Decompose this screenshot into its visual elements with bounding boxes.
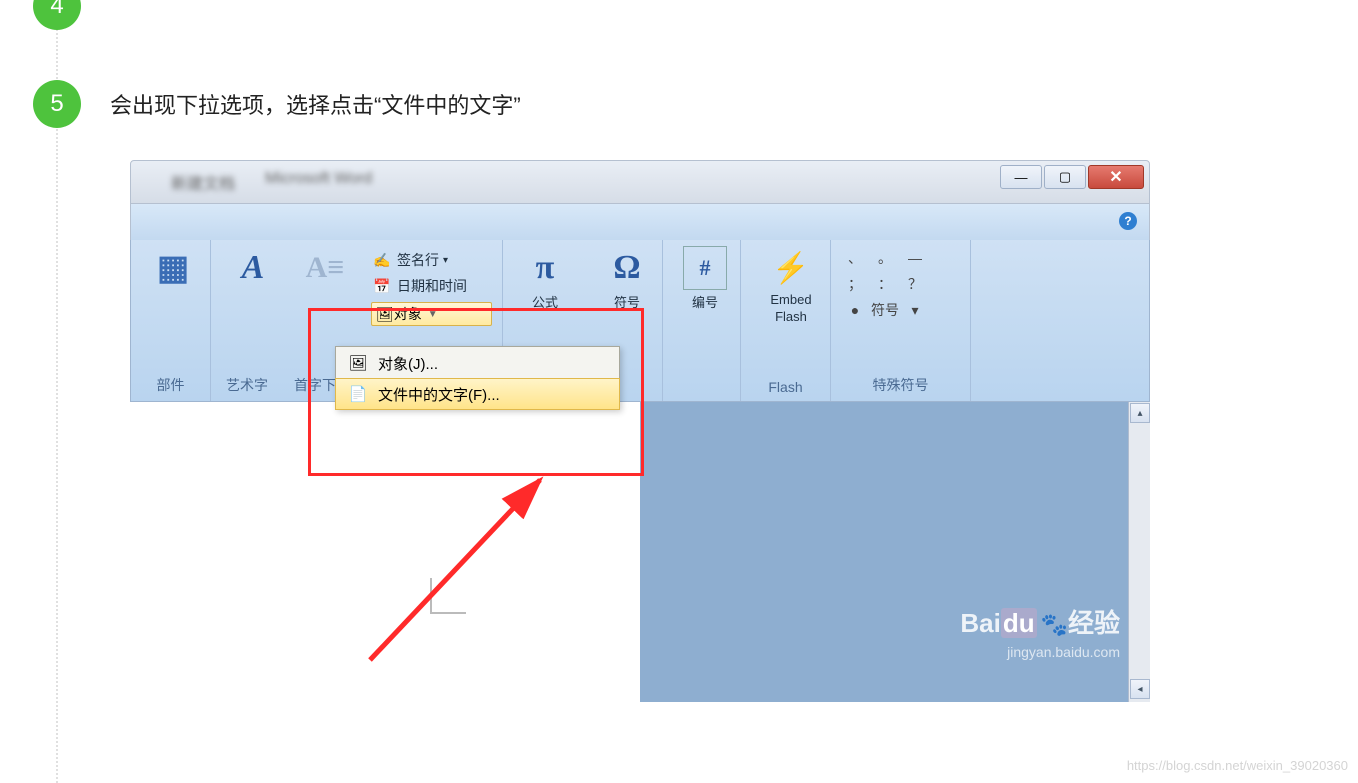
brand-prefix: Bai (960, 608, 1000, 638)
parts-button[interactable]: ▦ (143, 246, 203, 290)
omega-icon: Ω (605, 246, 649, 290)
menu-item-object-label: 对象(J)... (378, 353, 438, 374)
ribbon: ▦ 部件 A 艺术字 A≡ 首字下沉 ✍ 签名行 ▾ 📅 日期和时间 (130, 240, 1150, 402)
object-dropdown-button[interactable]: 🖼 对象 ▼ (371, 302, 492, 326)
number-icon: # (683, 246, 727, 290)
baidu-watermark: Baidu🐾经验 jingyan.baidu.com (960, 603, 1120, 660)
sym-btn-label: 符号 (871, 298, 899, 322)
equation-button[interactable]: π 公式 (515, 246, 575, 311)
help-icon[interactable]: ? (1119, 212, 1137, 230)
vertical-scrollbar[interactable]: ▴ ◂ (1128, 402, 1150, 702)
menu-item-object[interactable]: 🖼 对象(J)... (336, 347, 619, 379)
step-badge-5: 5 (33, 80, 81, 128)
scroll-up-button[interactable]: ▴ (1130, 403, 1150, 423)
titlebar-doc-name: 新建文档 (171, 170, 235, 194)
embed-flash-button[interactable]: ⚡ Embed Flash (753, 246, 829, 324)
signature-label: 签名行 (397, 250, 439, 270)
wordart-button[interactable]: A (223, 246, 283, 290)
symbol-button[interactable]: Ω 符号 (597, 246, 657, 311)
object-menu-icon: 🖼 (344, 354, 372, 372)
menu-item-text-from-file[interactable]: 📄 文件中的文字(F)... (335, 378, 620, 410)
wordart-icon: A (231, 246, 275, 290)
pi-icon: π (523, 246, 567, 290)
signature-line-button[interactable]: ✍ 签名行 ▾ (371, 248, 492, 272)
parts-icon: ▦ (151, 246, 195, 290)
group-label-wordart: 艺术字 (211, 375, 283, 395)
brand-url: jingyan.baidu.com (960, 644, 1120, 660)
object-label: 对象 (394, 304, 422, 324)
embed-label: Embed (770, 292, 811, 307)
group-label-parts: 部件 (131, 375, 210, 395)
window-titlebar: 新建文档 Microsoft Word — ▢ ✕ (130, 160, 1150, 204)
page-corner-mark (430, 578, 466, 614)
source-url: https://blog.csdn.net/weixin_39020360 (1127, 758, 1348, 773)
file-text-icon: 📄 (344, 385, 372, 403)
flash-icon: ⚡ (769, 246, 813, 290)
group-label-flash: Flash (741, 379, 830, 395)
chevron-down-icon: ▼ (428, 309, 438, 320)
maximize-button[interactable]: ▢ (1044, 165, 1086, 189)
brand-mid: du (1001, 608, 1037, 638)
datetime-icon: 📅 (371, 277, 393, 295)
brand-suffix: 经验 (1068, 608, 1120, 638)
minimize-button[interactable]: — (1000, 165, 1042, 189)
close-button[interactable]: ✕ (1088, 165, 1144, 189)
symbol-grid[interactable]: 、。— ；：？ ●符号▾ (841, 246, 929, 322)
ribbon-tabbar: ? (130, 204, 1150, 240)
titlebar-app-name: Microsoft Word (265, 170, 372, 194)
symbol-label: 符号 (614, 292, 640, 311)
group-label-special-symbol: 特殊符号 (831, 375, 970, 395)
object-icon: 🖼 (376, 306, 394, 323)
dropcap-icon: A≡ (303, 246, 347, 290)
step-5-instruction: 会出现下拉选项，选择点击“文件中的文字” (110, 88, 521, 120)
word-screenshot: 新建文档 Microsoft Word — ▢ ✕ ? ▦ 部件 A 艺术字 A… (110, 140, 1150, 710)
dropcap-button[interactable]: A≡ (295, 246, 355, 290)
number-button[interactable]: # 编号 (675, 246, 735, 311)
scroll-prev-button[interactable]: ◂ (1130, 679, 1150, 699)
flash-label: Flash (775, 309, 807, 324)
step-badge-4: 4 (33, 0, 81, 30)
datetime-button[interactable]: 📅 日期和时间 (371, 274, 492, 298)
signature-icon: ✍ (371, 251, 393, 269)
equation-label: 公式 (532, 292, 558, 311)
datetime-label: 日期和时间 (397, 276, 467, 296)
number-label: 编号 (692, 292, 718, 311)
object-dropdown-menu: 🖼 对象(J)... 📄 文件中的文字(F)... (335, 346, 620, 410)
menu-item-file-text-label: 文件中的文字(F)... (378, 384, 500, 405)
document-canvas[interactable] (130, 402, 640, 732)
